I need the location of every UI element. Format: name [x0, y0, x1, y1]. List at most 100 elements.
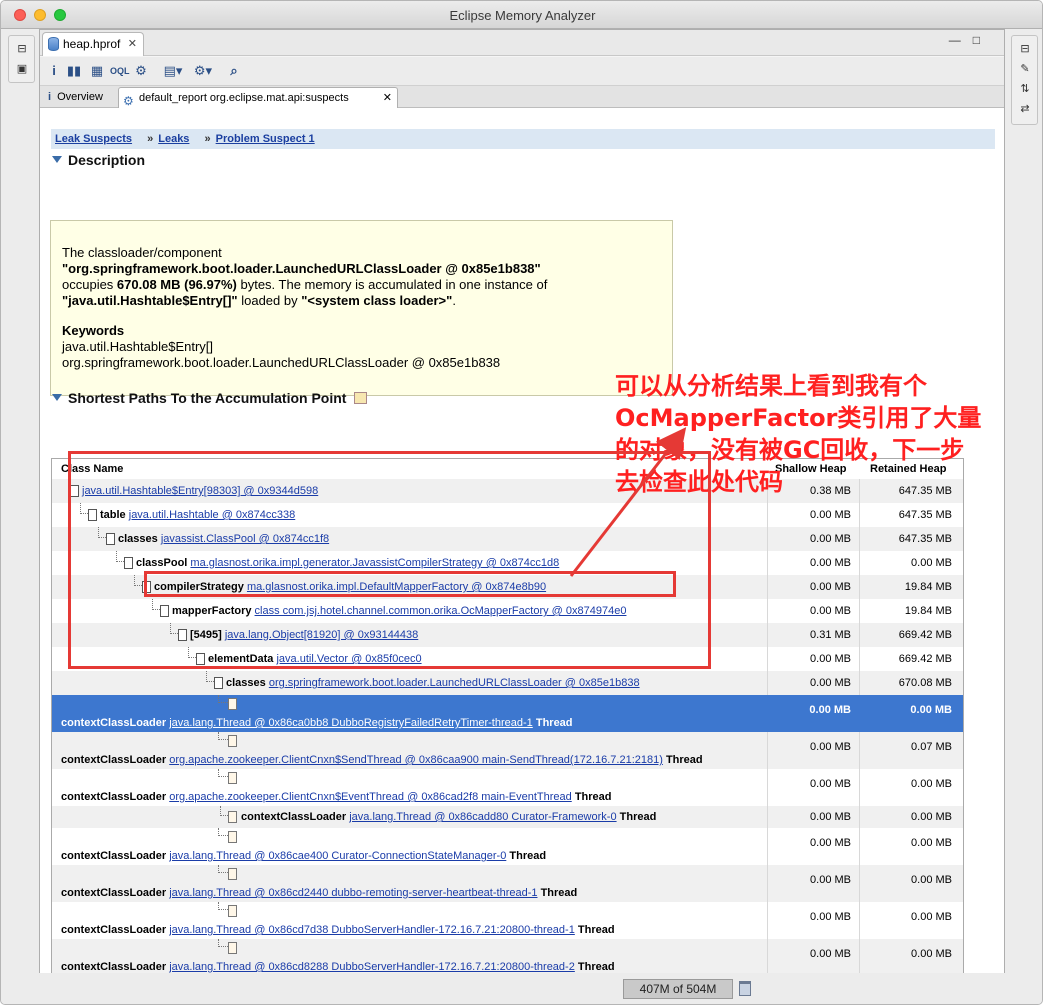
- node-label: compilerStrategy ma.glasnost.orika.impl.…: [154, 581, 546, 593]
- dominator-tree-icon[interactable]: ▦: [88, 62, 106, 80]
- annotation-text: 可以从分析结果上看到我有个 OcMapperFactor类引用了大量 的对象，没…: [615, 370, 981, 498]
- table-row[interactable]: compilerStrategy ma.glasnost.orika.impl.…: [52, 575, 963, 599]
- object-link[interactable]: class com.jsj.hotel.channel.common.orika…: [255, 605, 627, 617]
- table-row[interactable]: classes javassist.ClassPool @ 0x874cc1f8…: [52, 527, 963, 551]
- class-name-cell: contextClassLoader java.lang.Thread @ 0x…: [52, 695, 768, 732]
- object-icon: [70, 485, 79, 497]
- heap-dump-icon: [48, 37, 59, 51]
- run-gc-trash-icon[interactable]: [739, 981, 751, 996]
- table-row[interactable]: classes org.springframework.boot.loader.…: [52, 671, 963, 695]
- navigation-history-icon[interactable]: ⇅: [1017, 82, 1033, 96]
- maximize-icon[interactable]: □: [973, 33, 992, 47]
- table-row[interactable]: contextClassLoader java.lang.Thread @ 0x…: [52, 828, 963, 865]
- table-row[interactable]: contextClassLoader java.lang.Thread @ 0x…: [52, 865, 963, 902]
- object-type: Thread: [535, 717, 573, 729]
- query-browser-dropdown-icon[interactable]: ⚙▾: [190, 62, 216, 80]
- restore-icon[interactable]: ⊟: [1017, 42, 1033, 56]
- histogram-icon[interactable]: ▮▮: [66, 62, 82, 80]
- breadcrumb-leaks[interactable]: Leaks: [158, 133, 189, 145]
- paths-section-toggle[interactable]: Shortest Paths To the Accumulation Point: [52, 390, 368, 406]
- compare-icon[interactable]: ⇄: [1017, 102, 1033, 116]
- object-type: Thread: [665, 754, 703, 766]
- table-row[interactable]: contextClassLoader java.lang.Thread @ 0x…: [52, 939, 963, 973]
- object-link[interactable]: java.util.Hashtable @ 0x874cc338: [129, 509, 296, 521]
- desc-classloader: "org.springframework.boot.loader.Launche…: [62, 261, 541, 276]
- node-label: elementData java.util.Vector @ 0x85f0cec…: [208, 653, 422, 665]
- object-link[interactable]: org.apache.zookeeper.ClientCnxn$SendThre…: [169, 754, 663, 766]
- tab-label: default_report org.eclipse.mat.api:suspe…: [139, 92, 349, 104]
- object-link[interactable]: javassist.ClassPool @ 0x874cc1f8: [161, 533, 329, 545]
- class-name-cell: contextClassLoader java.lang.Thread @ 0x…: [52, 865, 768, 902]
- inspector-icon[interactable]: ▣: [14, 62, 30, 76]
- shallow-heap-cell: 0.00 MB: [768, 647, 860, 671]
- thread-object-icon: [228, 735, 237, 747]
- object-link[interactable]: java.lang.Object[81920] @ 0x93144438: [225, 629, 418, 641]
- table-row[interactable]: table java.util.Hashtable @ 0x874cc338 0.…: [52, 503, 963, 527]
- table-row[interactable]: contextClassLoader java.lang.Thread @ 0x…: [52, 695, 963, 732]
- field-name: elementData: [208, 653, 274, 665]
- retained-heap-cell: 0.00 MB: [911, 911, 952, 923]
- object-link[interactable]: java.util.Hashtable$Entry[98303] @ 0x934…: [82, 485, 318, 497]
- close-tab-icon[interactable]: ✕: [128, 33, 137, 55]
- tab-default-report[interactable]: ⚙ default_report org.eclipse.mat.api:sus…: [118, 87, 398, 108]
- close-tab-icon[interactable]: ✕: [383, 88, 392, 108]
- search-icon[interactable]: ⌕: [226, 62, 242, 80]
- run-report-dropdown-icon[interactable]: ▤▾: [160, 62, 186, 80]
- object-icon: [196, 653, 205, 665]
- description-box: The classloader/component "org.springfra…: [50, 220, 673, 396]
- col-class-name[interactable]: Class Name: [61, 459, 123, 479]
- minimize-icon[interactable]: —: [949, 33, 973, 47]
- notes-icon[interactable]: ✎: [1017, 62, 1033, 76]
- table-row[interactable]: elementData java.util.Vector @ 0x85f0cec…: [52, 647, 963, 671]
- class-name-cell: mapperFactory class com.jsj.hotel.channe…: [52, 599, 768, 623]
- object-link[interactable]: java.lang.Thread @ 0x86cd2440 dubbo-remo…: [169, 887, 537, 899]
- app-window: Eclipse Memory Analyzer ⊟ ▣ ⊟ ✎ ⇅ ⇄ heap…: [0, 0, 1043, 1005]
- breadcrumb-leak-suspects[interactable]: Leak Suspects: [55, 133, 132, 145]
- object-link[interactable]: java.lang.Thread @ 0x86cadd80 Curator-Fr…: [349, 811, 616, 823]
- object-link[interactable]: java.lang.Thread @ 0x86ca0bb8 DubboRegis…: [169, 717, 533, 729]
- field-name: contextClassLoader: [61, 850, 167, 862]
- field-name: compilerStrategy: [154, 581, 244, 593]
- object-link[interactable]: org.apache.zookeeper.ClientCnxn$EventThr…: [169, 791, 572, 803]
- table-row[interactable]: contextClassLoader org.apache.zookeeper.…: [52, 732, 963, 769]
- table-row[interactable]: [5495] java.lang.Object[81920] @ 0x93144…: [52, 623, 963, 647]
- tree-connector: [218, 732, 228, 740]
- oql-icon[interactable]: OQL: [110, 62, 130, 80]
- retained-heap-cell: 0.00 MB: [911, 874, 952, 886]
- field-name: [5495]: [190, 629, 222, 641]
- table-row[interactable]: contextClassLoader java.lang.Thread @ 0x…: [52, 902, 963, 939]
- table-row[interactable]: contextClassLoader org.apache.zookeeper.…: [52, 769, 963, 806]
- object-link[interactable]: java.lang.Thread @ 0x86cd8288 DubboServe…: [169, 961, 575, 973]
- table-row[interactable]: classPool ma.glasnost.orika.impl.generat…: [52, 551, 963, 575]
- breadcrumb-separator: »: [147, 133, 154, 145]
- object-link[interactable]: org.springframework.boot.loader.Launched…: [269, 677, 640, 689]
- desc-line: The classloader/component: [62, 245, 222, 260]
- details-icon[interactable]: [354, 392, 368, 404]
- description-section-toggle[interactable]: Description: [52, 152, 145, 168]
- retained-heap-cell: 0.00 MB: [911, 948, 952, 960]
- class-name-cell: classes javassist.ClassPool @ 0x874cc1f8: [52, 527, 768, 551]
- object-link[interactable]: ma.glasnost.orika.impl.DefaultMapperFact…: [247, 581, 546, 593]
- info-icon[interactable]: i: [48, 62, 60, 80]
- tree-connector: [170, 623, 178, 634]
- shallow-heap-cell: 0.00 MB: [768, 503, 860, 527]
- table-row[interactable]: contextClassLoader java.lang.Thread @ 0x…: [52, 806, 963, 828]
- object-link[interactable]: java.util.Vector @ 0x85f0cec0: [276, 653, 421, 665]
- status-bar: 407M of 504M: [1, 973, 1042, 1004]
- tab-label: Overview: [57, 91, 103, 103]
- node-label: contextClassLoader org.apache.zookeeper.…: [61, 791, 612, 803]
- object-link[interactable]: ma.glasnost.orika.impl.generator.Javassi…: [190, 557, 559, 569]
- node-label: contextClassLoader java.lang.Thread @ 0x…: [61, 961, 615, 973]
- table-row[interactable]: mapperFactory class com.jsj.hotel.channe…: [52, 599, 963, 623]
- object-link[interactable]: java.lang.Thread @ 0x86cae400 Curator-Co…: [169, 850, 506, 862]
- thread-object-icon: [228, 868, 237, 880]
- object-link[interactable]: java.lang.Thread @ 0x86cd7d38 DubboServe…: [169, 924, 575, 936]
- report-content: Leak Suspects » Leaks » Problem Suspect 1 …: [40, 108, 1004, 973]
- thread-overview-icon[interactable]: ⚙: [132, 62, 150, 80]
- heap-status[interactable]: 407M of 504M: [623, 979, 733, 999]
- breadcrumb-problem-suspect-1[interactable]: Problem Suspect 1: [216, 133, 315, 145]
- tab-overview[interactable]: i Overview: [44, 87, 116, 108]
- editor-toolbar: i ▮▮ ▦ OQL ⚙ ▤▾ ⚙▾ ⌕: [40, 57, 1004, 85]
- tab-heap-hprof[interactable]: heap.hprof ✕: [42, 32, 144, 56]
- restore-icon[interactable]: ⊟: [14, 42, 30, 56]
